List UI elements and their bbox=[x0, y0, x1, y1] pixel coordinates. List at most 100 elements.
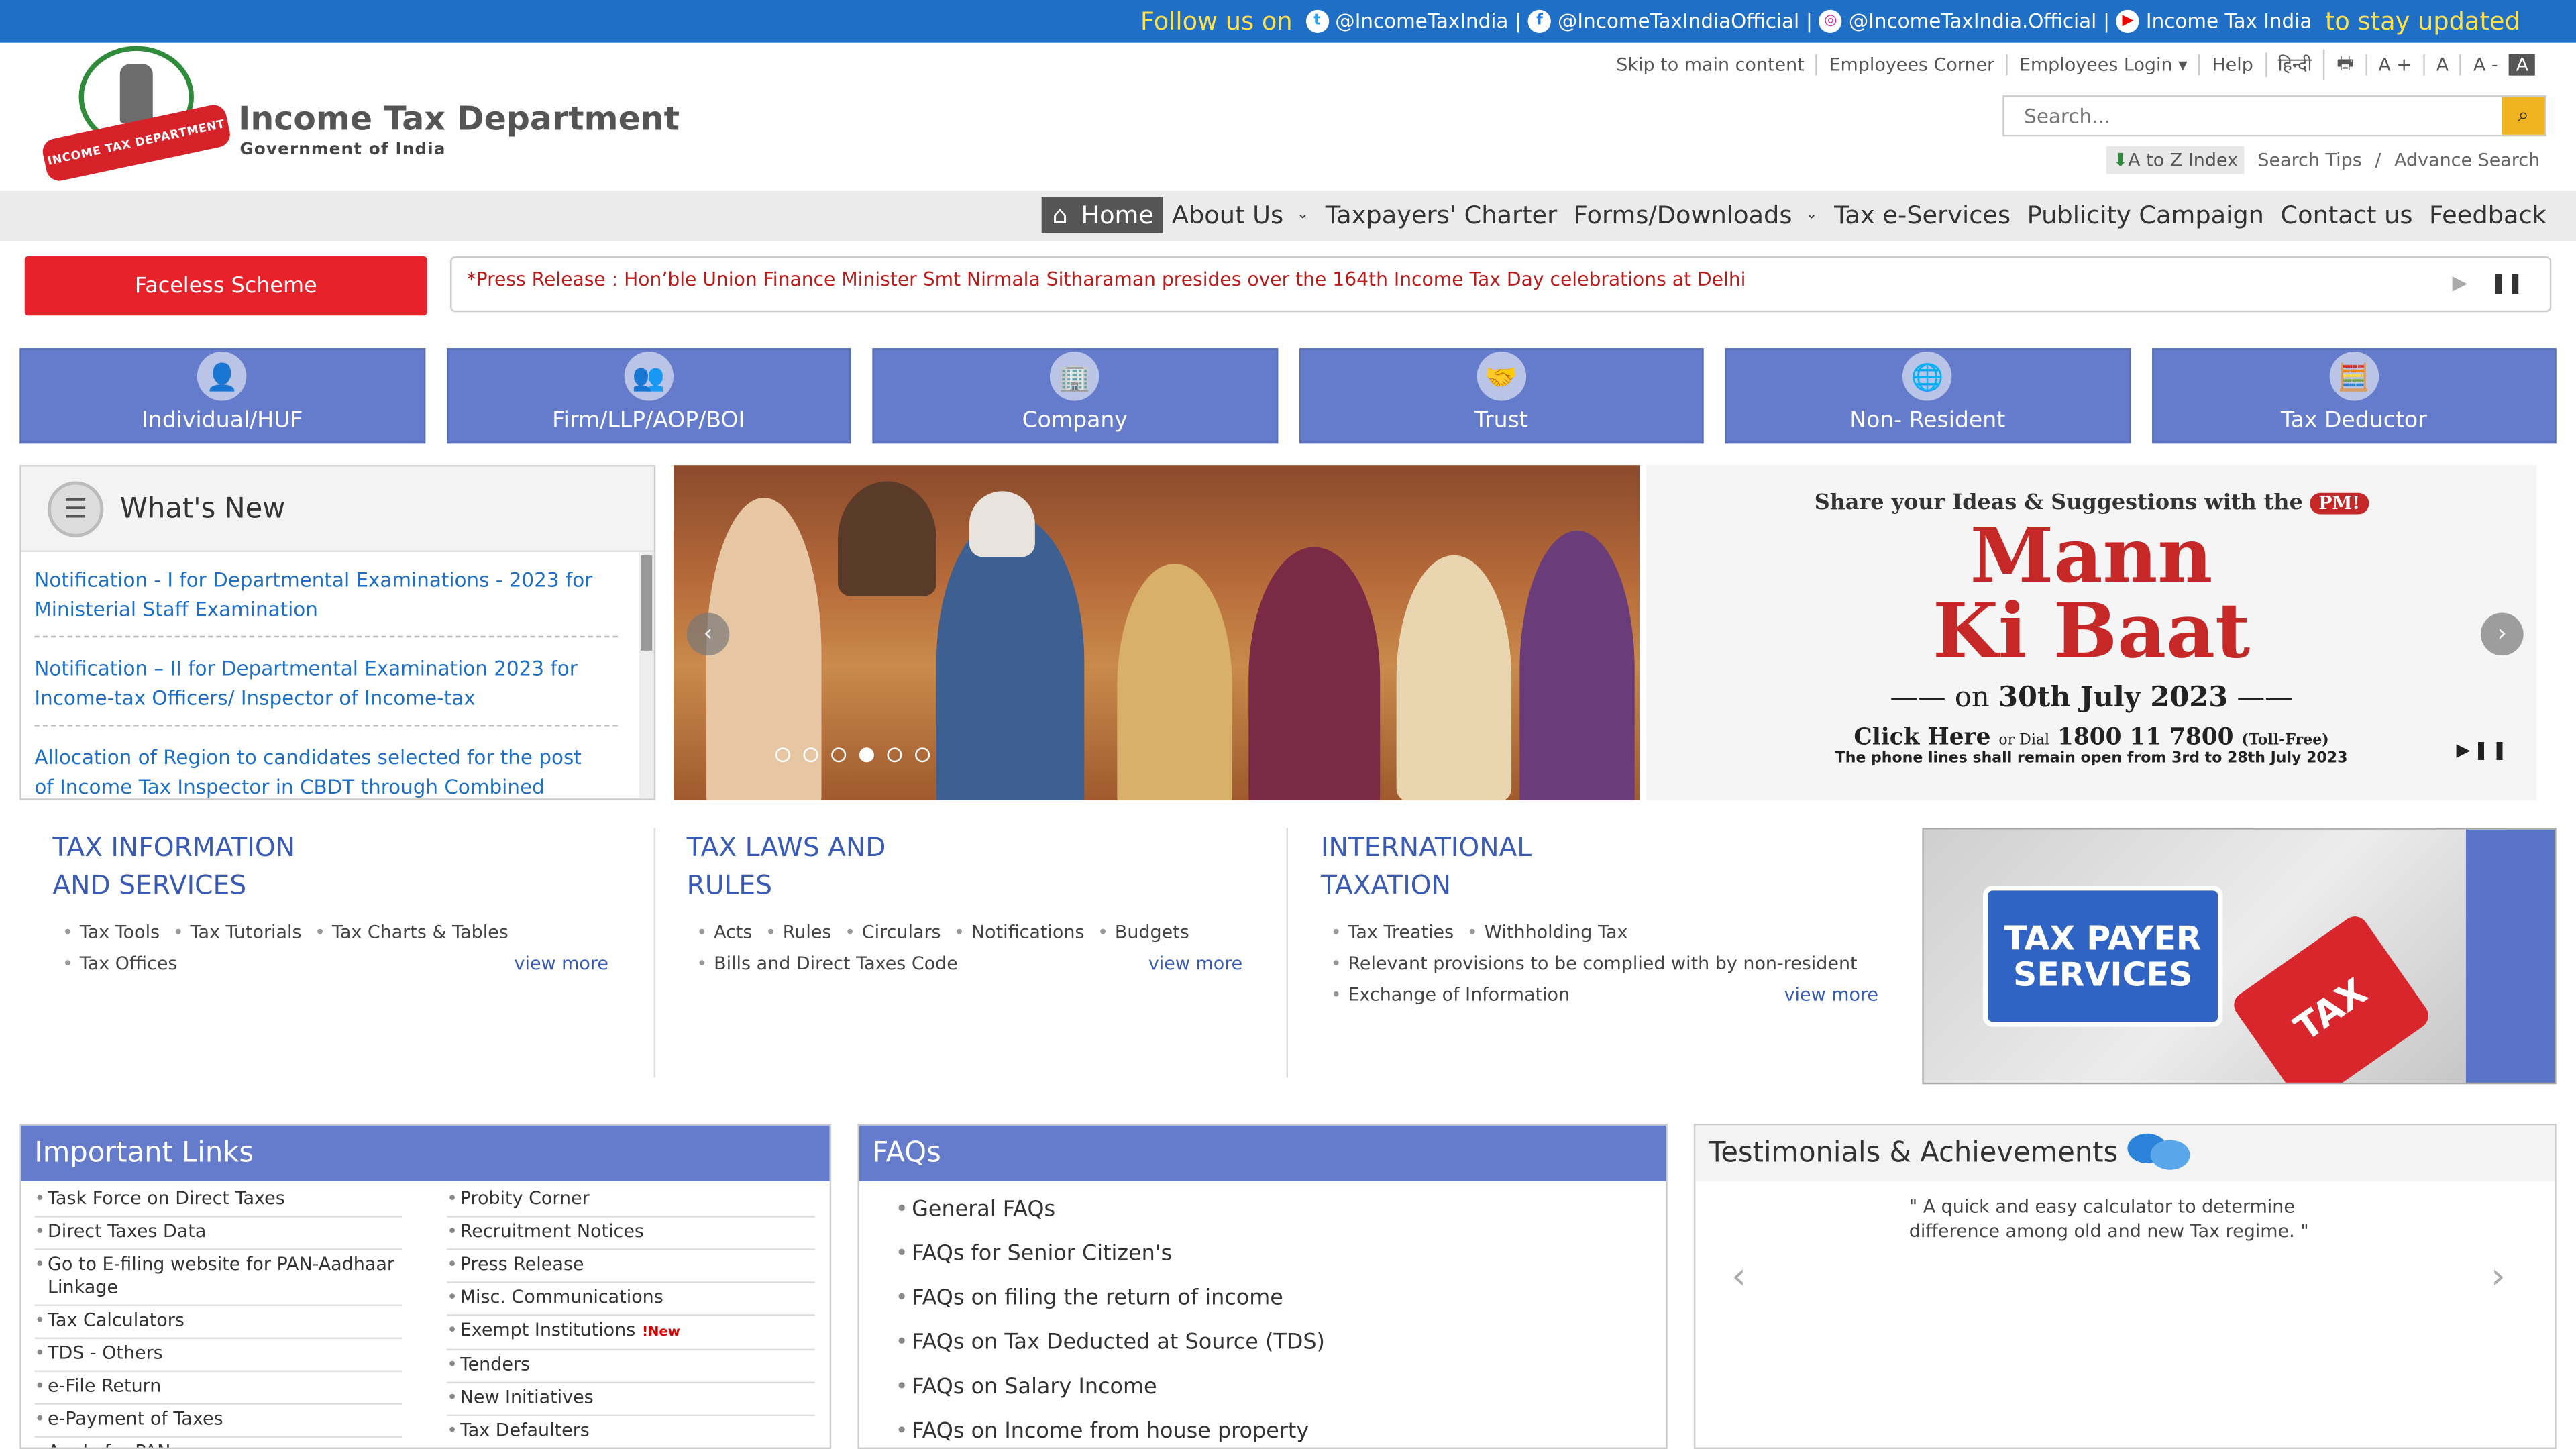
tile-firm-llp[interactable]: 👥 Firm/LLP/AOP/BOI bbox=[445, 348, 851, 444]
pause-icon[interactable]: ❚❚ bbox=[2490, 271, 2523, 294]
faq-link[interactable]: FAQs on Tax Deducted at Source (TDS) bbox=[885, 1321, 1666, 1365]
faq-link[interactable]: FAQs on Salary Income bbox=[885, 1365, 1666, 1409]
tax-information-title[interactable]: TAX INFORMATION AND SERVICES bbox=[52, 828, 644, 904]
instagram-link[interactable]: ◎ @IncomeTaxIndia.Official bbox=[1819, 9, 2096, 33]
high-contrast-button[interactable]: A bbox=[2509, 54, 2535, 76]
whats-new-item[interactable]: Allocation of Region to candidates selec… bbox=[34, 743, 617, 798]
tax-key-icon: TAX bbox=[2229, 911, 2434, 1083]
important-link[interactable]: e-Payment of Taxes bbox=[34, 1405, 403, 1438]
info-link[interactable]: Withholding Tax bbox=[1467, 917, 1627, 949]
carousel-prev-button[interactable]: ‹ bbox=[686, 612, 730, 656]
skip-link[interactable]: Skip to main content bbox=[1605, 54, 1816, 76]
international-taxation-title[interactable]: INTERNATIONAL TAXATION bbox=[1321, 828, 1913, 904]
info-link[interactable]: Tax Tutorials bbox=[173, 917, 301, 949]
hindi-link[interactable]: हिन्दी bbox=[2264, 52, 2324, 78]
facebook-link[interactable]: f @IncomeTaxIndiaOfficial bbox=[1527, 9, 1799, 33]
search-input[interactable] bbox=[2004, 97, 2502, 135]
important-link[interactable]: TDS - Others bbox=[34, 1339, 403, 1372]
carousel-next-button[interactable]: › bbox=[2480, 612, 2524, 656]
tile-individual-huf[interactable]: 👤 Individual/HUF bbox=[19, 348, 425, 444]
whats-new-item[interactable]: Notification – II for Departmental Exami… bbox=[34, 654, 618, 727]
info-link[interactable]: Bills and Direct Taxes Code bbox=[696, 948, 958, 979]
employees-corner-link[interactable]: Employees Corner bbox=[1815, 54, 2006, 76]
carousel-dot[interactable] bbox=[831, 747, 847, 763]
tile-trust[interactable]: 🤝 Trust bbox=[1298, 348, 1704, 444]
nav-forms-downloads[interactable]: Forms/Downloads ⌄ bbox=[1565, 197, 1825, 233]
search-button[interactable]: ⌕ bbox=[2502, 97, 2545, 135]
info-link[interactable]: Notifications bbox=[954, 917, 1085, 949]
employees-login-dropdown[interactable]: Employees Login ▾ bbox=[2006, 54, 2199, 76]
advance-search-link[interactable]: Advance Search bbox=[2394, 150, 2540, 171]
nav-publicity-campaign[interactable]: Publicity Campaign bbox=[2019, 197, 2272, 233]
important-link-exempt[interactable]: Exempt Institutions !New bbox=[447, 1316, 815, 1351]
carousel-dot[interactable] bbox=[775, 747, 790, 763]
important-link[interactable]: Tax Defaulters bbox=[447, 1416, 815, 1448]
nav-tax-e-services[interactable]: Tax e-Services bbox=[1826, 197, 2019, 233]
view-more-link[interactable]: view more bbox=[1784, 984, 1878, 1006]
important-link[interactable]: Go to E-filing website for PAN-Aadhaar L… bbox=[34, 1250, 403, 1306]
important-link[interactable]: e-File Return bbox=[34, 1372, 403, 1405]
tile-tax-deductor[interactable]: 🧮 Tax Deductor bbox=[2151, 348, 2557, 444]
faceless-scheme-button[interactable]: Faceless Scheme bbox=[24, 256, 427, 316]
print-icon[interactable]: 🖶 bbox=[2323, 49, 2365, 81]
tile-non-resident[interactable]: 🌐 Non- Resident bbox=[1725, 348, 2131, 444]
site-title[interactable]: Income Tax Department bbox=[238, 99, 680, 138]
font-decrease-button[interactable]: A - bbox=[2460, 54, 2509, 76]
carousel-dot[interactable] bbox=[887, 747, 902, 763]
important-link[interactable]: Task Force on Direct Taxes bbox=[34, 1185, 403, 1218]
tax-laws-title[interactable]: TAX LAWS AND RULES bbox=[687, 828, 1279, 904]
mann-ki-baat-banner[interactable]: Share your Ideas & Suggestions with the … bbox=[1646, 465, 2537, 800]
faq-link[interactable]: FAQs for Senior Citizen's bbox=[885, 1232, 1666, 1277]
view-more-link[interactable]: view more bbox=[1148, 953, 1242, 974]
ticker-text[interactable]: *Press Release : Hon’ble Union Finance M… bbox=[467, 268, 1746, 290]
info-link[interactable]: Tax Treaties bbox=[1331, 917, 1454, 949]
font-increase-button[interactable]: A + bbox=[2365, 54, 2423, 76]
testimonial-next-button[interactable]: › bbox=[2491, 1256, 2506, 1297]
important-link[interactable]: Tenders bbox=[447, 1350, 815, 1384]
info-link[interactable]: Budgets bbox=[1097, 917, 1189, 949]
youtube-link[interactable]: ▶ Income Tax India bbox=[2116, 9, 2312, 33]
view-more-link[interactable]: view more bbox=[515, 953, 608, 974]
carousel-dot[interactable] bbox=[859, 747, 874, 763]
search-tips-link[interactable]: Search Tips bbox=[2257, 150, 2361, 171]
whats-new-item[interactable]: Notification - I for Departmental Examin… bbox=[34, 565, 618, 638]
important-link[interactable]: Apply for PAN bbox=[34, 1438, 402, 1448]
important-link[interactable]: Probity Corner bbox=[447, 1185, 815, 1218]
info-link[interactable]: Acts bbox=[696, 917, 752, 949]
important-link[interactable]: Press Release bbox=[447, 1250, 815, 1283]
faq-link[interactable]: FAQs on Income from house property bbox=[885, 1409, 1666, 1447]
play-icon[interactable]: ▶ bbox=[2453, 271, 2468, 294]
tax-payer-services-banner[interactable]: TAX PAYER SERVICES TAX bbox=[1922, 828, 2557, 1085]
whats-new-scrollbar[interactable] bbox=[639, 551, 654, 799]
important-link[interactable]: Recruitment Notices bbox=[447, 1218, 815, 1250]
important-link[interactable]: Tax Calculators bbox=[34, 1306, 403, 1339]
info-link[interactable]: Exchange of Information bbox=[1331, 979, 1570, 1011]
department-logo[interactable]: INCOME TAX DEPARTMENT bbox=[40, 46, 237, 184]
important-link[interactable]: New Initiatives bbox=[447, 1383, 815, 1417]
tile-company[interactable]: 🏢 Company bbox=[872, 348, 1278, 444]
carousel-play-pause[interactable]: ▶❚❚ bbox=[2456, 739, 2510, 761]
help-link[interactable]: Help bbox=[2198, 54, 2265, 76]
carousel-dot[interactable] bbox=[915, 747, 930, 763]
font-normal-button[interactable]: A bbox=[2423, 54, 2460, 76]
nav-contact-us[interactable]: Contact us bbox=[2272, 197, 2421, 233]
faq-link[interactable]: FAQs on filing the return of income bbox=[885, 1277, 1666, 1321]
tile-label: Firm/LLP/AOP/BOI bbox=[552, 407, 745, 434]
twitter-link[interactable]: t @IncomeTaxIndia bbox=[1305, 9, 1508, 33]
nav-feedback[interactable]: Feedback bbox=[2421, 197, 2555, 233]
testimonial-prev-button[interactable]: ‹ bbox=[1731, 1256, 1746, 1297]
nav-home[interactable]: ⌂ Home bbox=[1042, 197, 1164, 233]
carousel-dot[interactable] bbox=[803, 747, 818, 763]
info-link[interactable]: Rules bbox=[765, 917, 832, 949]
info-link[interactable]: Relevant provisions to be complied with … bbox=[1331, 948, 1890, 979]
info-link[interactable]: Circulars bbox=[845, 917, 941, 949]
important-link[interactable]: Direct Taxes Data bbox=[34, 1218, 403, 1250]
important-link[interactable]: Misc. Communications bbox=[447, 1283, 815, 1316]
nav-about-us[interactable]: About Us ⌄ bbox=[1164, 197, 1318, 233]
a-to-z-index-link[interactable]: ⬇A to Z Index bbox=[2106, 146, 2245, 174]
faq-link[interactable]: General FAQs bbox=[885, 1188, 1666, 1232]
nav-taxpayers-charter[interactable]: Taxpayers' Charter bbox=[1318, 197, 1566, 233]
info-link[interactable]: Tax Tools bbox=[62, 917, 160, 949]
info-link[interactable]: Tax Charts & Tables bbox=[315, 917, 508, 949]
info-link[interactable]: Tax Offices bbox=[62, 948, 178, 979]
